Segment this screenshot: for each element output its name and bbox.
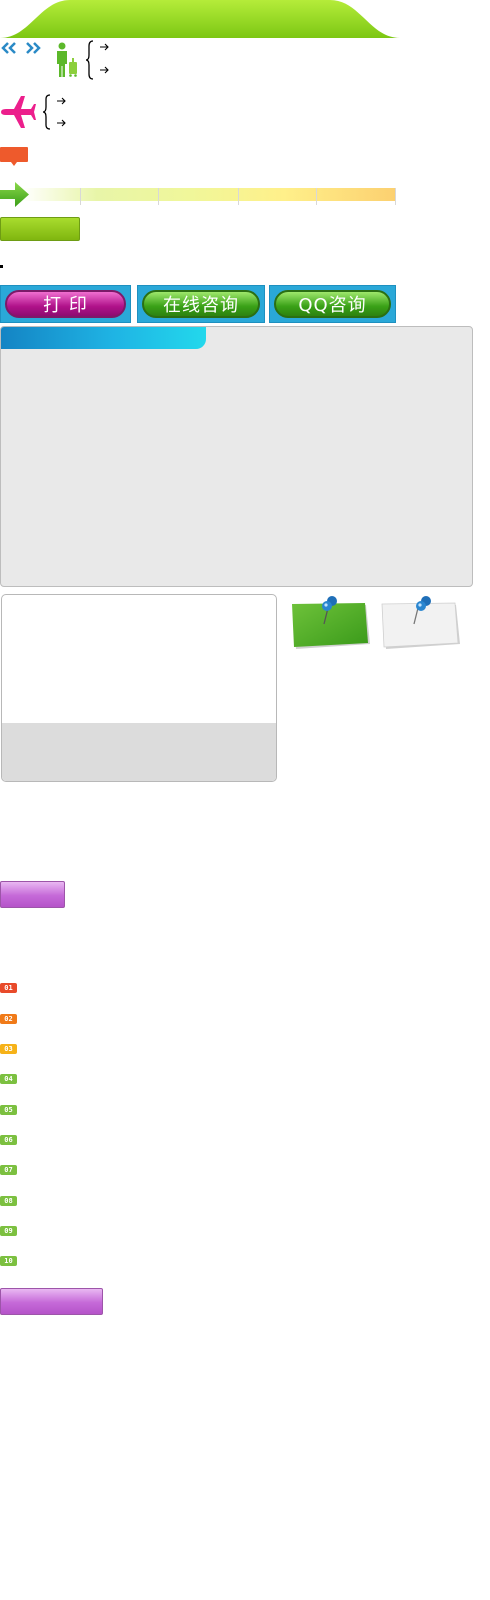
purple-button-small[interactable]	[0, 881, 65, 908]
green-bar-button[interactable]	[0, 217, 80, 241]
rank-badge-8: 08	[0, 1196, 17, 1206]
rank-badge-2: 02	[0, 1014, 17, 1024]
rank-badge-5: 05	[0, 1105, 17, 1115]
person-luggage-icon	[57, 42, 77, 77]
brace-arrows	[86, 40, 109, 80]
rank-badge-3: 03	[0, 1044, 17, 1054]
online-consult-label: 在线咨询	[142, 290, 260, 318]
rank-badge-9: 09	[0, 1226, 17, 1236]
info-card	[1, 594, 277, 782]
comment-icon	[0, 147, 28, 166]
dot-marker	[0, 265, 3, 268]
panel-header-tab	[1, 327, 206, 349]
rank-badge-4: 04	[0, 1074, 17, 1084]
qq-consult-label: QQ咨询	[274, 290, 391, 318]
print-button[interactable]: 打 印	[0, 285, 131, 323]
brace-arrows-2	[43, 94, 66, 130]
gradient-bar	[22, 188, 396, 205]
rank-badge-6: 06	[0, 1135, 17, 1145]
green-arrow-icon	[0, 182, 29, 207]
content-panel	[0, 326, 473, 587]
rank-badge-7: 07	[0, 1165, 17, 1175]
info-card-footer	[2, 723, 276, 781]
top-header-tab	[0, 0, 400, 38]
airplane-icon	[1, 96, 36, 128]
pushpin-note-white-icon[interactable]	[380, 594, 462, 652]
online-consult-button[interactable]: 在线咨询	[137, 285, 265, 323]
qq-consult-button[interactable]: QQ咨询	[269, 285, 396, 323]
double-left-arrow-icon[interactable]	[0, 42, 18, 54]
pushpin-note-green-icon[interactable]	[290, 594, 372, 652]
purple-button-wide[interactable]	[0, 1288, 103, 1315]
print-button-label: 打 印	[5, 290, 126, 318]
double-right-arrow-icon[interactable]	[24, 42, 42, 54]
rank-badge-10: 10	[0, 1256, 17, 1266]
rank-badge-1: 01	[0, 983, 17, 993]
